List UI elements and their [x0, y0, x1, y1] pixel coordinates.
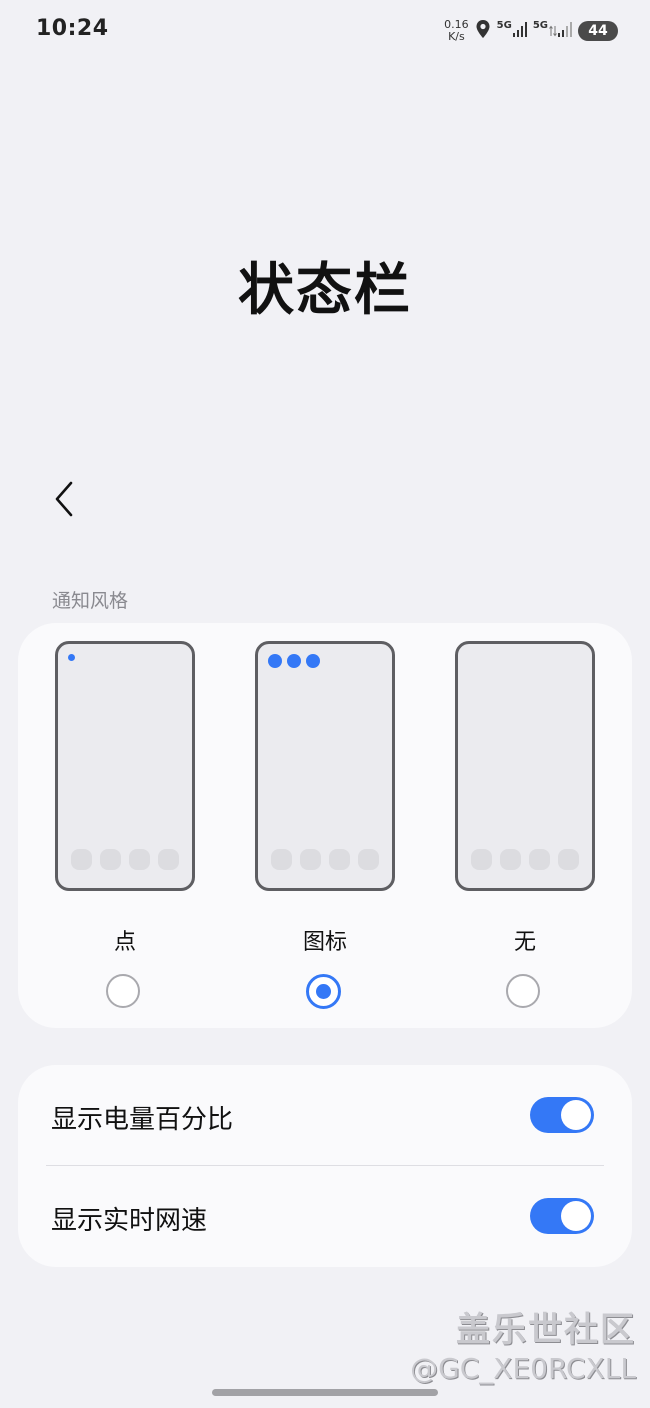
back-button[interactable] — [44, 475, 84, 523]
section-label-notification-style: 通知风格 — [52, 590, 129, 612]
battery-percentage-label: 显示电量百分比 — [51, 1105, 234, 1135]
sim2-signal: 5G — [533, 21, 572, 41]
option-dot[interactable]: 点 — [55, 641, 195, 1013]
network-speed-label: 显示实时网速 — [51, 1206, 208, 1236]
signal-icon — [558, 21, 572, 41]
notification-dot-icon — [68, 654, 75, 661]
status-bar: 10:24 0.16 K/s 5G 5G 44 — [0, 0, 650, 60]
data-arrows-icon — [549, 22, 557, 41]
option-label: 点 — [113, 930, 136, 955]
notification-icon — [268, 654, 282, 668]
option-label: 图标 — [302, 930, 347, 955]
page-title: 状态栏 — [238, 258, 412, 323]
phone-preview-icon — [255, 641, 395, 891]
net-speed-unit: K/s — [448, 30, 465, 43]
status-icons: 0.16 K/s 5G 5G 44 — [444, 16, 618, 46]
location-icon — [475, 19, 491, 43]
phone-preview-dot — [55, 641, 195, 891]
sim2-network-type: 5G — [532, 20, 548, 31]
option-none[interactable]: 无 — [455, 641, 595, 1013]
battery-percentage-toggle[interactable] — [530, 1097, 594, 1133]
battery-percentage-row[interactable]: 显示电量百分比 — [18, 1065, 632, 1165]
sim1-signal: 5G — [497, 21, 527, 41]
battery-icon: 44 — [578, 21, 618, 41]
notification-icon — [306, 654, 320, 668]
radio-dot[interactable] — [106, 974, 140, 1008]
home-indicator[interactable] — [212, 1389, 438, 1396]
radio-none[interactable] — [506, 974, 540, 1008]
toggle-settings-card: 显示电量百分比 显示实时网速 — [18, 1065, 632, 1267]
chevron-left-icon — [55, 481, 73, 517]
watermark-handle: @GC_XE0RCXLL — [410, 1352, 636, 1385]
notification-icon — [287, 654, 301, 668]
notification-style-card: 点 图标 无 — [18, 623, 632, 1028]
status-time: 10:24 — [36, 16, 109, 41]
network-speed-row[interactable]: 显示实时网速 — [18, 1166, 632, 1266]
option-label: 无 — [513, 930, 536, 955]
dock-preview — [271, 849, 379, 870]
sim1-network-type: 5G — [496, 20, 512, 31]
watermark-brand: 盖乐世社区 — [456, 1310, 636, 1350]
dock-preview — [471, 849, 579, 870]
phone-preview-none — [455, 641, 595, 891]
option-icon[interactable]: 图标 — [255, 641, 395, 1013]
net-speed-indicator: 0.16 K/s — [444, 19, 469, 43]
signal-icon — [512, 21, 527, 41]
dock-preview — [71, 849, 179, 870]
radio-icon[interactable] — [306, 974, 341, 1009]
battery-level: 44 — [588, 23, 608, 39]
network-speed-toggle[interactable] — [530, 1198, 594, 1234]
